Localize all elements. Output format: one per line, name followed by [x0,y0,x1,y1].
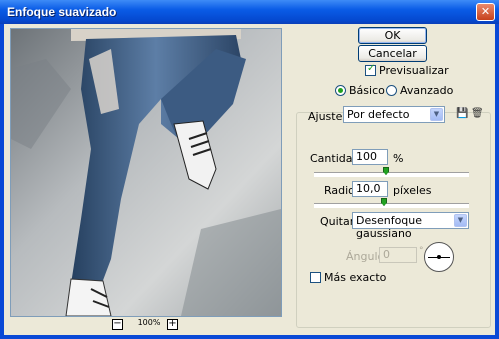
save-icon[interactable]: 💾 [456,108,468,120]
close-button[interactable]: ✕ [476,3,495,21]
dialog-body: − 100% + OK Cancelar Previsualizar Básic… [4,24,495,335]
remove-select[interactable]: Desenfoque gaussiano ▼ [352,212,469,240]
radius-slider[interactable] [314,203,469,208]
settings-select[interactable]: Por defecto ▼ [343,106,445,123]
close-icon: ✕ [480,5,491,18]
zoom-in-button[interactable]: + [167,319,178,330]
trash-icon[interactable]: 🗑 [471,108,484,120]
settings-value: Por defecto [347,108,410,121]
preview-checkbox[interactable] [365,63,376,76]
radius-unit: píxeles [393,184,432,197]
window-title: Enfoque suavizado [7,5,117,19]
radio-advanced[interactable] [386,85,397,96]
more-accurate-label: Más exacto [324,271,387,284]
amount-slider[interactable] [314,172,469,177]
amount-unit: % [393,152,404,165]
angle-unit: ° [419,246,424,256]
title-bar[interactable]: Enfoque suavizado ✕ [0,0,499,24]
preview-image[interactable] [10,28,282,317]
angle-input: 0 [379,247,417,263]
zoom-out-button[interactable]: − [112,319,123,330]
amount-input[interactable]: 100 [352,149,388,165]
plus-icon: + [168,318,177,329]
chevron-down-icon: ▼ [430,108,443,121]
preview-photo [11,29,281,316]
zoom-level: 100% [137,318,161,327]
radio-basic-label: Básico [349,84,385,97]
cancel-button[interactable]: Cancelar [358,45,427,62]
dialog-window: Enfoque suavizado ✕ − 100% + OK Cancelar… [0,0,499,339]
angle-dial [424,242,454,272]
remove-value: Desenfoque gaussiano [356,214,423,240]
radio-basic[interactable] [335,85,346,96]
radius-input[interactable]: 10,0 [352,181,388,197]
ok-button[interactable]: OK [358,27,427,44]
radio-advanced-label: Avanzado [400,84,454,97]
chevron-down-icon: ▼ [454,214,467,227]
more-accurate-checkbox[interactable] [310,272,321,283]
minus-icon: − [113,318,122,329]
preview-checkbox-label: Previsualizar [379,64,449,77]
